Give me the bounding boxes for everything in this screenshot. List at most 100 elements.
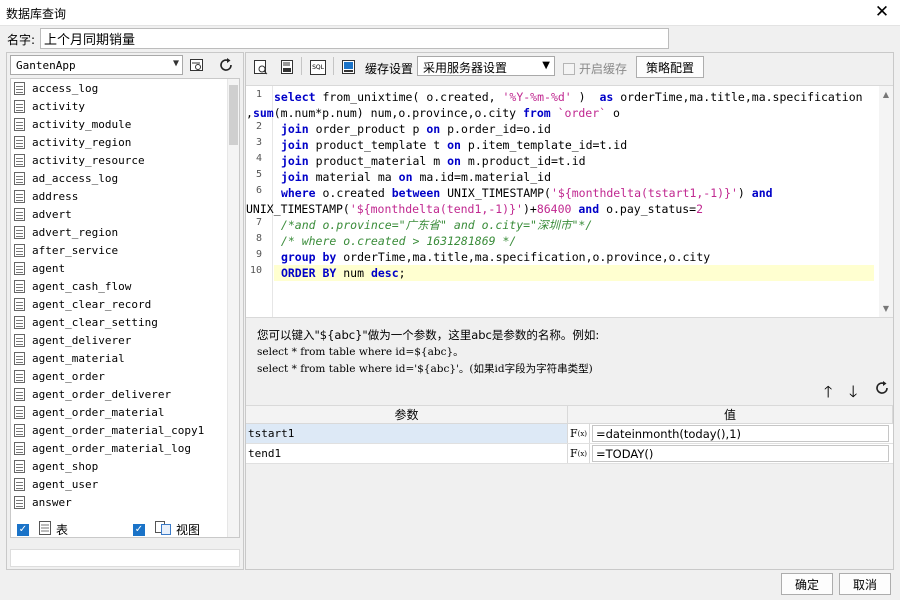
line-number: 1 <box>255 89 262 100</box>
enable-cache-checkbox[interactable] <box>563 62 575 75</box>
table-list-item[interactable]: agent_deliverer <box>11 331 239 349</box>
table-icon <box>14 153 25 167</box>
cache-select[interactable]: 采用服务器设置 ▼ <box>417 56 555 76</box>
table-list-item[interactable]: agent_order_material <box>11 403 239 421</box>
table-list-item[interactable]: agent_cash_flow <box>11 277 239 295</box>
code-line: join order_product p on p.order_id=o.id <box>280 122 551 136</box>
search-table-icon <box>190 59 203 71</box>
show-table-checkbox[interactable]: ✓ <box>17 523 29 536</box>
table-list-item[interactable]: agent_order_material_copy1 <box>11 421 239 439</box>
database-select-value: GantenApp <box>16 59 76 72</box>
table-list-item-label: advert_region <box>32 225 119 239</box>
left-status-area <box>10 549 240 567</box>
table-icon <box>14 81 25 95</box>
parameter-row[interactable]: tend1 F (x) =TODAY() <box>246 444 893 464</box>
parameter-table: 参数 值 tstart1 F (x) =dateinmonth(today(),1… <box>246 405 893 464</box>
table-list-item[interactable]: agent_clear_record <box>11 295 239 313</box>
code-line: /*and o.province="广东省" and o.city="深圳市"*… <box>274 218 593 232</box>
table-list-item[interactable]: address <box>11 187 239 205</box>
move-up-icon[interactable]: 🡑 <box>824 381 832 408</box>
name-input[interactable] <box>40 28 669 49</box>
table-list-item[interactable]: ad_access_log <box>11 169 239 187</box>
table-list-item[interactable]: activity_module <box>11 115 239 133</box>
formula-icon[interactable]: F (x) <box>568 424 590 443</box>
table-list-item[interactable]: access_log <box>11 79 239 97</box>
table-icon <box>14 225 25 239</box>
cancel-button[interactable]: 取消 <box>839 573 891 595</box>
sql-button[interactable]: SQL <box>307 56 329 78</box>
code-line-current: ORDER BY num desc; <box>274 265 874 281</box>
table-icon <box>14 99 25 113</box>
table-list-item[interactable]: answer <box>11 493 239 511</box>
cache-icon-button[interactable] <box>340 56 358 78</box>
sql-editor[interactable]: 1 2 3 4 5 6 7 8 9 10 select from_unixtim… <box>246 85 893 318</box>
formula-icon[interactable]: F (x) <box>568 444 590 463</box>
table-list-item[interactable]: advert <box>11 205 239 223</box>
line-number: 4 <box>255 153 262 164</box>
editor-scrollbar[interactable]: ▲ ▼ <box>879 86 893 317</box>
table-list-item[interactable]: agent <box>11 259 239 277</box>
table-list-item[interactable]: agent_order_deliverer <box>11 385 239 403</box>
table-list-item[interactable]: agent_user <box>11 475 239 493</box>
refresh-button[interactable] <box>214 54 238 76</box>
table-list-scrollbar[interactable] <box>227 79 239 537</box>
table-list-item[interactable]: agent_material <box>11 349 239 367</box>
table-icon <box>14 369 25 383</box>
ok-button[interactable]: 确定 <box>781 573 833 595</box>
format-button[interactable] <box>277 56 297 78</box>
table-list-item[interactable]: activity_region <box>11 133 239 151</box>
table-list-item-label: advert <box>32 207 72 221</box>
parameter-value-input[interactable]: =dateinmonth(today(),1) <box>592 425 889 442</box>
cache-icon <box>342 60 355 74</box>
preview-button[interactable] <box>251 56 271 78</box>
hint-line: 您可以键入"${abc}"做为一个参数，这里abc是参数的名称。例如: <box>257 328 600 342</box>
table-list-item-label: ad_access_log <box>32 171 119 185</box>
table-list: access_log activity activity_module activit… <box>10 78 240 538</box>
line-number: 3 <box>255 137 262 148</box>
move-down-icon[interactable]: 🡓 <box>849 381 857 408</box>
scroll-up-icon[interactable]: ▲ <box>879 90 893 99</box>
show-view-option[interactable]: ✓ 视图 <box>133 521 200 538</box>
table-list-item[interactable]: agent_shop <box>11 457 239 475</box>
close-icon[interactable]: ✕ <box>872 2 892 22</box>
scroll-down-icon[interactable]: ▼ <box>879 304 893 313</box>
table-icon <box>14 423 25 437</box>
table-list-item-label: agent_material <box>32 351 125 365</box>
code-line: ,sum(m.num*p.num) num,o.province,o.city … <box>246 106 620 120</box>
database-select[interactable]: GantenApp ▼ <box>10 55 183 75</box>
table-list-item[interactable]: after_service <box>11 241 239 259</box>
enable-cache-option[interactable]: 开启缓存 <box>563 60 627 77</box>
show-table-label: 表 <box>56 523 69 537</box>
table-list-item[interactable]: activity_resource <box>11 151 239 169</box>
show-view-checkbox[interactable]: ✓ <box>133 523 145 536</box>
column-header-value: 值 <box>568 406 893 423</box>
table-list-item-label: agent_user <box>32 477 99 491</box>
cache-select-value: 采用服务器设置 <box>423 61 508 75</box>
line-number: 10 <box>249 265 262 276</box>
sql-icon: SQL <box>310 59 326 75</box>
code-line: select from_unixtime( o.created, '%Y-%m-… <box>274 90 863 104</box>
table-list-item[interactable]: agent_order <box>11 367 239 385</box>
parameter-name[interactable]: tstart1 <box>246 424 568 443</box>
parameter-name[interactable]: tend1 <box>246 444 568 463</box>
table-list-item[interactable]: activity <box>11 97 239 115</box>
table-list-item-label: agent_shop <box>32 459 99 473</box>
table-list-item-label: address <box>32 189 79 203</box>
table-list-item[interactable]: agent_clear_setting <box>11 313 239 331</box>
table-list-item[interactable]: agent_order_material_log <box>11 439 239 457</box>
search-table-button[interactable] <box>185 54 209 76</box>
sql-code[interactable]: select from_unixtime( o.created, '%Y-%m-… <box>246 89 874 281</box>
refresh-params-icon[interactable] <box>874 380 890 400</box>
strategy-config-button[interactable]: 策略配置 <box>636 56 704 78</box>
enable-cache-label: 开启缓存 <box>579 62 628 76</box>
show-table-option[interactable]: ✓ 表 <box>17 521 68 538</box>
line-number: 5 <box>255 169 262 180</box>
parameter-value-input[interactable]: =TODAY() <box>592 445 889 462</box>
parameter-row[interactable]: tstart1 F (x) =dateinmonth(today(),1) <box>246 424 893 444</box>
show-view-label: 视图 <box>176 523 201 537</box>
table-list-item[interactable]: advert_region <box>11 223 239 241</box>
right-panel: SQL 缓存设置 采用服务器设置 ▼ 开启缓存 策略配置 1 2 3 4 5 6… <box>245 52 894 570</box>
window-title: 数据库查询 <box>6 7 67 21</box>
code-line: join material ma on ma.id=m.material_id <box>280 170 551 184</box>
scrollbar-thumb[interactable] <box>229 85 238 145</box>
